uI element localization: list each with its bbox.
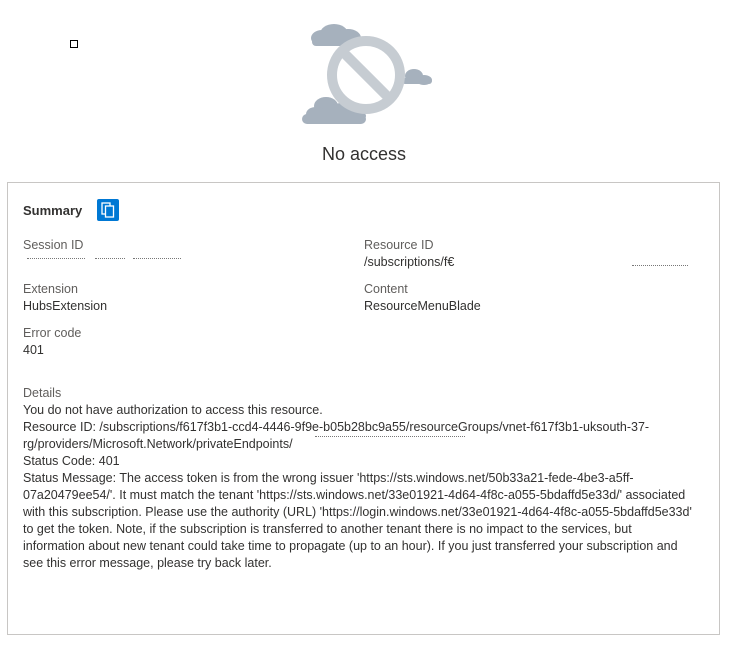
content-field: Content ResourceMenuBlade: [364, 281, 481, 315]
details-label: Details: [23, 386, 62, 400]
resource-id-value: /subscriptions/f€: [364, 255, 455, 269]
copy-button[interactable]: [97, 199, 120, 221]
extension-label: Extension: [23, 282, 78, 296]
summary-title: Summary: [23, 202, 83, 218]
no-access-icon: [302, 24, 432, 124]
error-code-label: Error code: [23, 326, 82, 340]
extension-field: Extension HubsExtension: [23, 281, 107, 315]
session-id-label: Session ID: [23, 238, 84, 252]
resource-id-field: Resource ID /subscriptions/f€: [364, 237, 694, 271]
resource-id-detail-redacted: [315, 436, 465, 437]
content-label: Content: [364, 282, 408, 296]
resource-id-label: Resource ID: [364, 238, 434, 252]
extension-value: HubsExtension: [23, 299, 108, 313]
resource-id-redacted-tail: [632, 265, 688, 266]
page-title: No access: [321, 144, 407, 164]
session-id-redacted-value: [23, 258, 181, 262]
error-code-value: 401: [23, 343, 44, 357]
status-code-text: Status Code: 401: [23, 454, 120, 468]
session-id-field: Session ID: [23, 237, 181, 262]
copy-icon: [101, 202, 115, 218]
error-code-field: Error code 401: [23, 325, 81, 359]
details-section: Details You do not have authorization to…: [23, 385, 693, 572]
summary-header: Summary: [23, 197, 120, 223]
resource-id-detail-line2: rg/providers/Microsoft.Network/privateEn…: [23, 437, 293, 451]
details-text: You do not have authorization to access …: [23, 403, 323, 417]
small-checkbox[interactable]: [70, 40, 78, 48]
status-message-text: Status Message: The access token is from…: [23, 471, 692, 570]
resource-id-detail-line1: Resource ID: /subscriptions/f617f3b1-ccd…: [23, 420, 650, 434]
error-summary-panel: Summary Session ID Resource ID /subscrip…: [7, 182, 720, 635]
content-value: ResourceMenuBlade: [364, 299, 481, 313]
